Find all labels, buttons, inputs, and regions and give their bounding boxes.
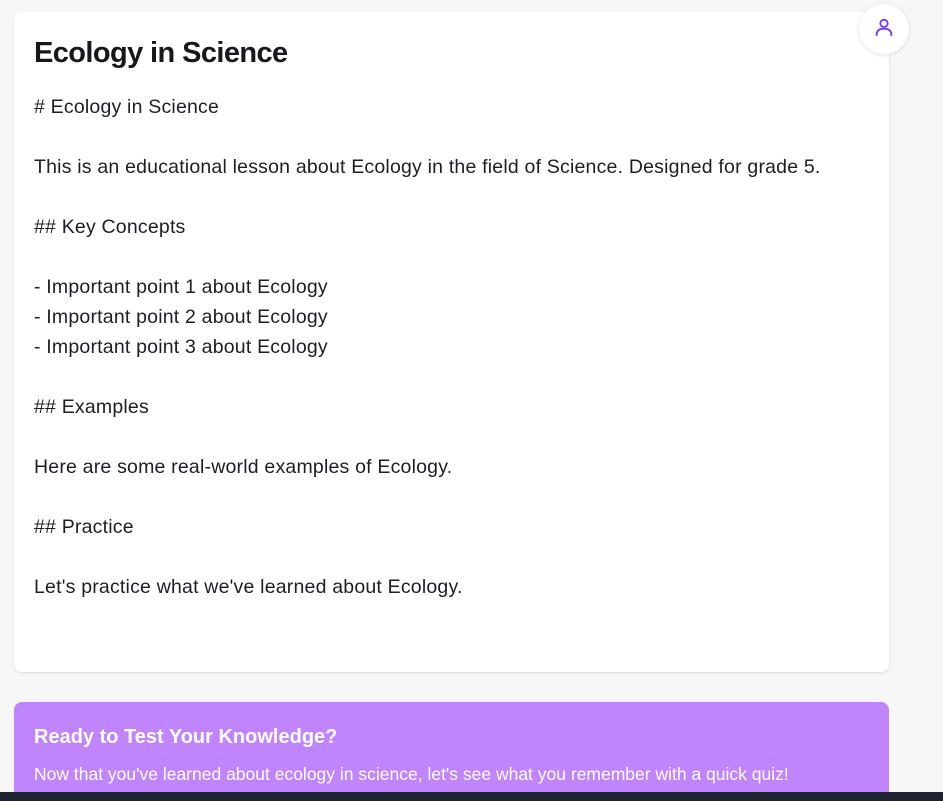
quiz-prompt-card: Ready to Test Your Knowledge? Now that y… (14, 702, 889, 801)
examples-text: Here are some real-world examples of Eco… (34, 456, 453, 478)
lesson-card: Ecology in Science # Ecology in Science … (14, 12, 889, 672)
profile-button[interactable] (859, 4, 909, 54)
lesson-heading: # Ecology in Science (34, 96, 220, 118)
lesson-content: # Ecology in Science This is an educatio… (34, 92, 869, 602)
quiz-title: Ready to Test Your Knowledge? (34, 726, 338, 748)
practice-heading: ## Practice (34, 516, 134, 538)
practice-text: Let's practice what we've learned about … (34, 576, 463, 598)
key-concepts-heading: ## Key Concepts (34, 216, 186, 238)
bottom-bar (0, 792, 943, 801)
key-point: - Important point 2 about Ecology (34, 306, 328, 328)
lesson-title: Ecology in Science (34, 37, 288, 69)
key-point: - Important point 3 about Ecology (34, 336, 328, 358)
examples-heading: ## Examples (34, 396, 149, 418)
key-point: - Important point 1 about Ecology (34, 276, 328, 298)
lesson-intro: This is an educational lesson about Ecol… (34, 156, 821, 178)
user-icon (873, 16, 895, 43)
quiz-description: Now that you've learned about ecology in… (34, 764, 789, 784)
lesson-page: Ecology in Science # Ecology in Science … (0, 0, 943, 801)
